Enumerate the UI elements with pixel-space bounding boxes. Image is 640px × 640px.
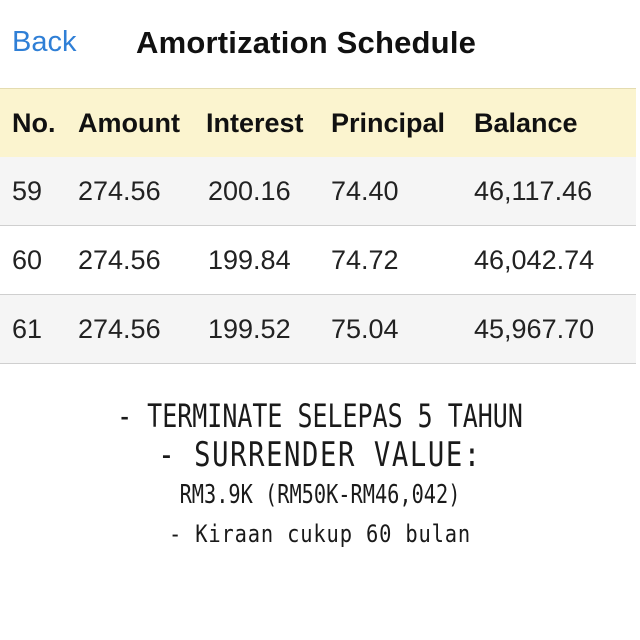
- cell-amount: 274.56: [78, 245, 161, 275]
- note-line-surrender-value: - SURRENDER VALUE:: [158, 435, 482, 475]
- table-row[interactable]: 60 274.56 199.84 74.72 46,042.74: [0, 226, 636, 295]
- cell-balance: 45,967.70: [474, 314, 595, 344]
- cell-balance: 46,042.74: [474, 245, 595, 275]
- cell-principal: 74.40: [331, 176, 399, 206]
- note-line-kiraan: - Kiraan cukup 60 bulan: [168, 520, 472, 548]
- cell-principal: 74.72: [331, 245, 399, 275]
- handwritten-notes: - TERMINATE SELEPAS 5 TAHUN - SURRENDER …: [0, 400, 640, 546]
- cell-amount: 274.56: [78, 176, 161, 206]
- note-line-terminate: - TERMINATE SELEPAS 5 TAHUN: [117, 397, 523, 435]
- column-header-no: No.: [12, 107, 56, 138]
- table-row[interactable]: 61 274.56 199.52 75.04 45,967.70: [0, 295, 636, 364]
- row-divider: [0, 363, 636, 364]
- back-button[interactable]: Back: [12, 26, 76, 59]
- amortization-table: No. Amount Interest Principal Balance 59…: [0, 88, 636, 364]
- page-title: Amortization Schedule: [136, 25, 477, 60]
- note-line-amount: RM3.9K (RM50K-RM46,042): [179, 480, 461, 510]
- column-header-balance: Balance: [474, 107, 578, 138]
- cell-no: 60: [12, 245, 43, 275]
- column-header-amount: Amount: [78, 107, 180, 138]
- table-header: No. Amount Interest Principal Balance: [0, 88, 636, 157]
- cell-no: 59: [12, 176, 43, 206]
- screen: Back Amortization Schedule No. Amount In…: [0, 0, 640, 640]
- cell-principal: 75.04: [331, 314, 399, 344]
- cell-interest: 200.16: [208, 176, 291, 206]
- navigation-bar: Back Amortization Schedule: [0, 0, 640, 88]
- column-header-principal: Principal: [331, 107, 446, 138]
- cell-amount: 274.56: [78, 314, 161, 344]
- cell-no: 61: [12, 314, 43, 344]
- cell-interest: 199.52: [208, 314, 291, 344]
- table-row[interactable]: 59 274.56 200.16 74.40 46,117.46: [0, 157, 636, 226]
- cell-interest: 199.84: [208, 245, 291, 275]
- cell-balance: 46,117.46: [474, 176, 593, 206]
- column-header-interest: Interest: [206, 107, 304, 138]
